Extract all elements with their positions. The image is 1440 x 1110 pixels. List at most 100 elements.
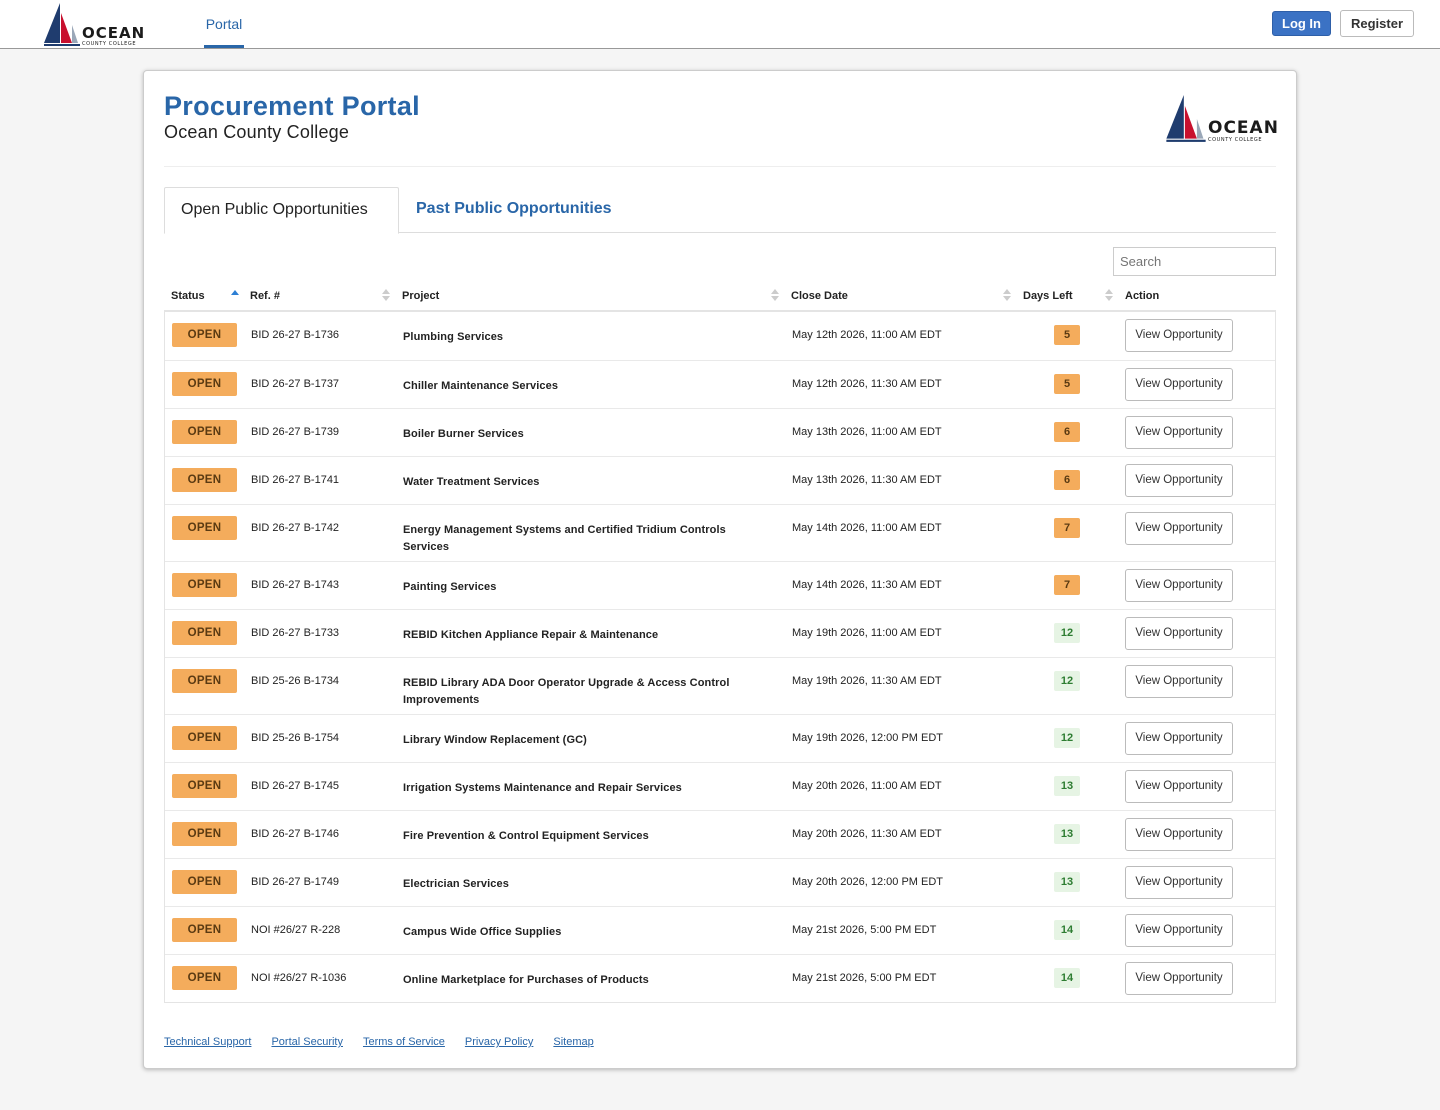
footer-link[interactable]: Portal Security (271, 1036, 343, 1048)
close-date: May 13th 2026, 11:30 AM EDT (792, 474, 942, 486)
top-navbar: OCEAN COUNTY COLLEGE Portal Log In Regis… (0, 0, 1440, 49)
status-badge: OPEN (172, 726, 237, 750)
table-row: OPEN NOI #26/27 R-228 Campus Wide Office S… (165, 906, 1275, 954)
view-opportunity-button[interactable]: View Opportunity (1125, 722, 1233, 755)
footer-link[interactable]: Terms of Service (363, 1036, 445, 1048)
footer-link[interactable]: Sitemap (553, 1036, 593, 1048)
ref-number: BID 26-27 B-1743 (251, 579, 340, 591)
view-opportunity-button[interactable]: View Opportunity (1125, 464, 1233, 497)
project-name: Water Treatment Services (403, 476, 540, 488)
logo-text: OCEAN COUNTY COLLEGE (82, 26, 145, 47)
table-row: OPEN NOI #26/27 R-1036 Online Marketplace … (165, 954, 1275, 1002)
ref-number: BID 26-27 B-1741 (251, 474, 340, 486)
page-title: Procurement Portal (164, 91, 420, 121)
close-date: May 14th 2026, 11:00 AM EDT (792, 522, 942, 534)
column-status[interactable]: Status (171, 290, 205, 302)
view-opportunity-button[interactable]: View Opportunity (1125, 416, 1233, 449)
status-badge: OPEN (172, 669, 237, 693)
days-left-badge: 14 (1054, 968, 1080, 988)
view-opportunity-button[interactable]: View Opportunity (1125, 866, 1233, 899)
table-row: OPEN BID 25-26 B-1734 REBID Library ADA Do… (165, 657, 1275, 714)
column-close-date[interactable]: Close Date (791, 290, 848, 302)
project-name: Online Marketplace for Purchases of Prod… (403, 974, 649, 986)
table-row: OPEN BID 26-27 B-1745 Irrigation Systems M… (165, 762, 1275, 810)
column-action: Action (1125, 290, 1160, 302)
sailboat-logo-icon (44, 3, 80, 46)
logo-text: OCEAN COUNTY COLLEGE (1208, 120, 1279, 143)
view-opportunity-button[interactable]: View Opportunity (1125, 818, 1233, 851)
project-name: Energy Management Systems and Certified … (403, 524, 726, 553)
view-opportunity-button[interactable]: View Opportunity (1125, 962, 1233, 995)
view-opportunity-button[interactable]: View Opportunity (1125, 914, 1233, 947)
logo-subword: COUNTY COLLEGE (1208, 137, 1263, 143)
view-opportunity-button[interactable]: View Opportunity (1125, 368, 1233, 401)
status-badge: OPEN (172, 573, 237, 597)
footer-link[interactable]: Privacy Policy (465, 1036, 533, 1048)
project-name: REBID Kitchen Appliance Repair & Mainten… (403, 629, 659, 641)
view-opportunity-button[interactable]: View Opportunity (1125, 770, 1233, 803)
column-days-left[interactable]: Days Left (1023, 290, 1073, 302)
table-header: Status Ref. # Project Close Date Days Le… (164, 279, 1276, 312)
status-badge: OPEN (172, 918, 237, 942)
column-project[interactable]: Project (402, 290, 439, 302)
days-left-badge: 12 (1054, 728, 1080, 748)
project-name: Campus Wide Office Supplies (403, 926, 562, 938)
register-button[interactable]: Register (1340, 10, 1414, 37)
opportunity-tabs: Open Public Opportunities Past Public Op… (164, 187, 1276, 234)
table-row: OPEN BID 25-26 B-1754 Library Window Repla… (165, 714, 1275, 762)
page-subtitle: Ocean County College (164, 122, 350, 142)
ref-number: BID 26-27 B-1746 (251, 828, 340, 840)
sort-ascending-icon[interactable] (231, 287, 239, 303)
project-name: REBID Library ADA Door Operator Upgrade … (403, 677, 730, 706)
status-badge: OPEN (172, 516, 237, 540)
view-opportunity-button[interactable]: View Opportunity (1125, 569, 1233, 602)
days-left-badge: 14 (1054, 920, 1080, 940)
ref-number: BID 26-27 B-1742 (251, 522, 340, 534)
tab-past-opportunities[interactable]: Past Public Opportunities (400, 187, 628, 233)
tab-open-opportunities[interactable]: Open Public Opportunities (164, 187, 399, 234)
view-opportunity-button[interactable]: View Opportunity (1125, 512, 1233, 545)
ref-number: BID 25-26 B-1754 (251, 732, 340, 744)
view-opportunity-button[interactable]: View Opportunity (1125, 665, 1233, 698)
close-date: May 20th 2026, 11:00 AM EDT (792, 780, 942, 792)
table-row: OPEN BID 26-27 B-1739 Boiler Burner Servic… (165, 408, 1275, 456)
close-date: May 19th 2026, 11:30 AM EDT (792, 675, 942, 687)
close-date: May 19th 2026, 12:00 PM EDT (792, 732, 944, 744)
close-date: May 13th 2026, 11:00 AM EDT (792, 426, 942, 438)
close-date: May 12th 2026, 11:30 AM EDT (792, 378, 942, 390)
sort-arrows-icon[interactable] (1105, 287, 1113, 303)
status-badge: OPEN (172, 822, 237, 846)
status-badge: OPEN (172, 870, 237, 894)
project-name: Library Window Replacement (GC) (403, 734, 587, 746)
login-button[interactable]: Log In (1272, 11, 1331, 36)
table-body: OPEN BID 26-27 B-1736 Plumbing Services May… (164, 312, 1276, 1003)
ref-number: BID 26-27 B-1745 (251, 780, 340, 792)
project-name: Boiler Burner Services (403, 428, 524, 440)
table-row: OPEN BID 26-27 B-1743 Painting Services May… (165, 561, 1275, 609)
project-name: Irrigation Systems Maintenance and Repai… (403, 782, 682, 794)
ref-number: BID 26-27 B-1749 (251, 876, 340, 888)
ocean-logo[interactable]: OCEAN COUNTY COLLEGE (44, 3, 145, 47)
nav-tab-portal[interactable]: Portal (204, 0, 244, 48)
sailboat-logo-icon (1166, 95, 1206, 142)
status-badge: OPEN (172, 420, 237, 444)
status-badge: OPEN (172, 621, 237, 645)
header-divider (164, 166, 1276, 167)
ref-number: BID 26-27 B-1737 (251, 378, 340, 390)
table-row: OPEN BID 26-27 B-1733 REBID Kitchen Applia… (165, 609, 1275, 657)
view-opportunity-button[interactable]: View Opportunity (1125, 319, 1233, 352)
footer-link[interactable]: Technical Support (164, 1036, 251, 1048)
project-name: Painting Services (403, 581, 497, 593)
logo-subword: COUNTY COLLEGE (82, 41, 137, 47)
active-tab-indicator (204, 45, 244, 48)
search-input[interactable] (1113, 247, 1276, 276)
opportunities-table: Status Ref. # Project Close Date Days Le… (164, 279, 1276, 1003)
table-row: OPEN BID 26-27 B-1746 Fire Prevention & Co… (165, 810, 1275, 858)
view-opportunity-button[interactable]: View Opportunity (1125, 617, 1233, 650)
ref-number: NOI #26/27 R-1036 (251, 972, 347, 984)
sort-arrows-icon[interactable] (382, 287, 390, 303)
sort-arrows-icon[interactable] (771, 287, 779, 303)
sort-arrows-icon[interactable] (1003, 287, 1011, 303)
column-ref[interactable]: Ref. # (250, 290, 280, 302)
ref-number: BID 26-27 B-1733 (251, 627, 340, 639)
